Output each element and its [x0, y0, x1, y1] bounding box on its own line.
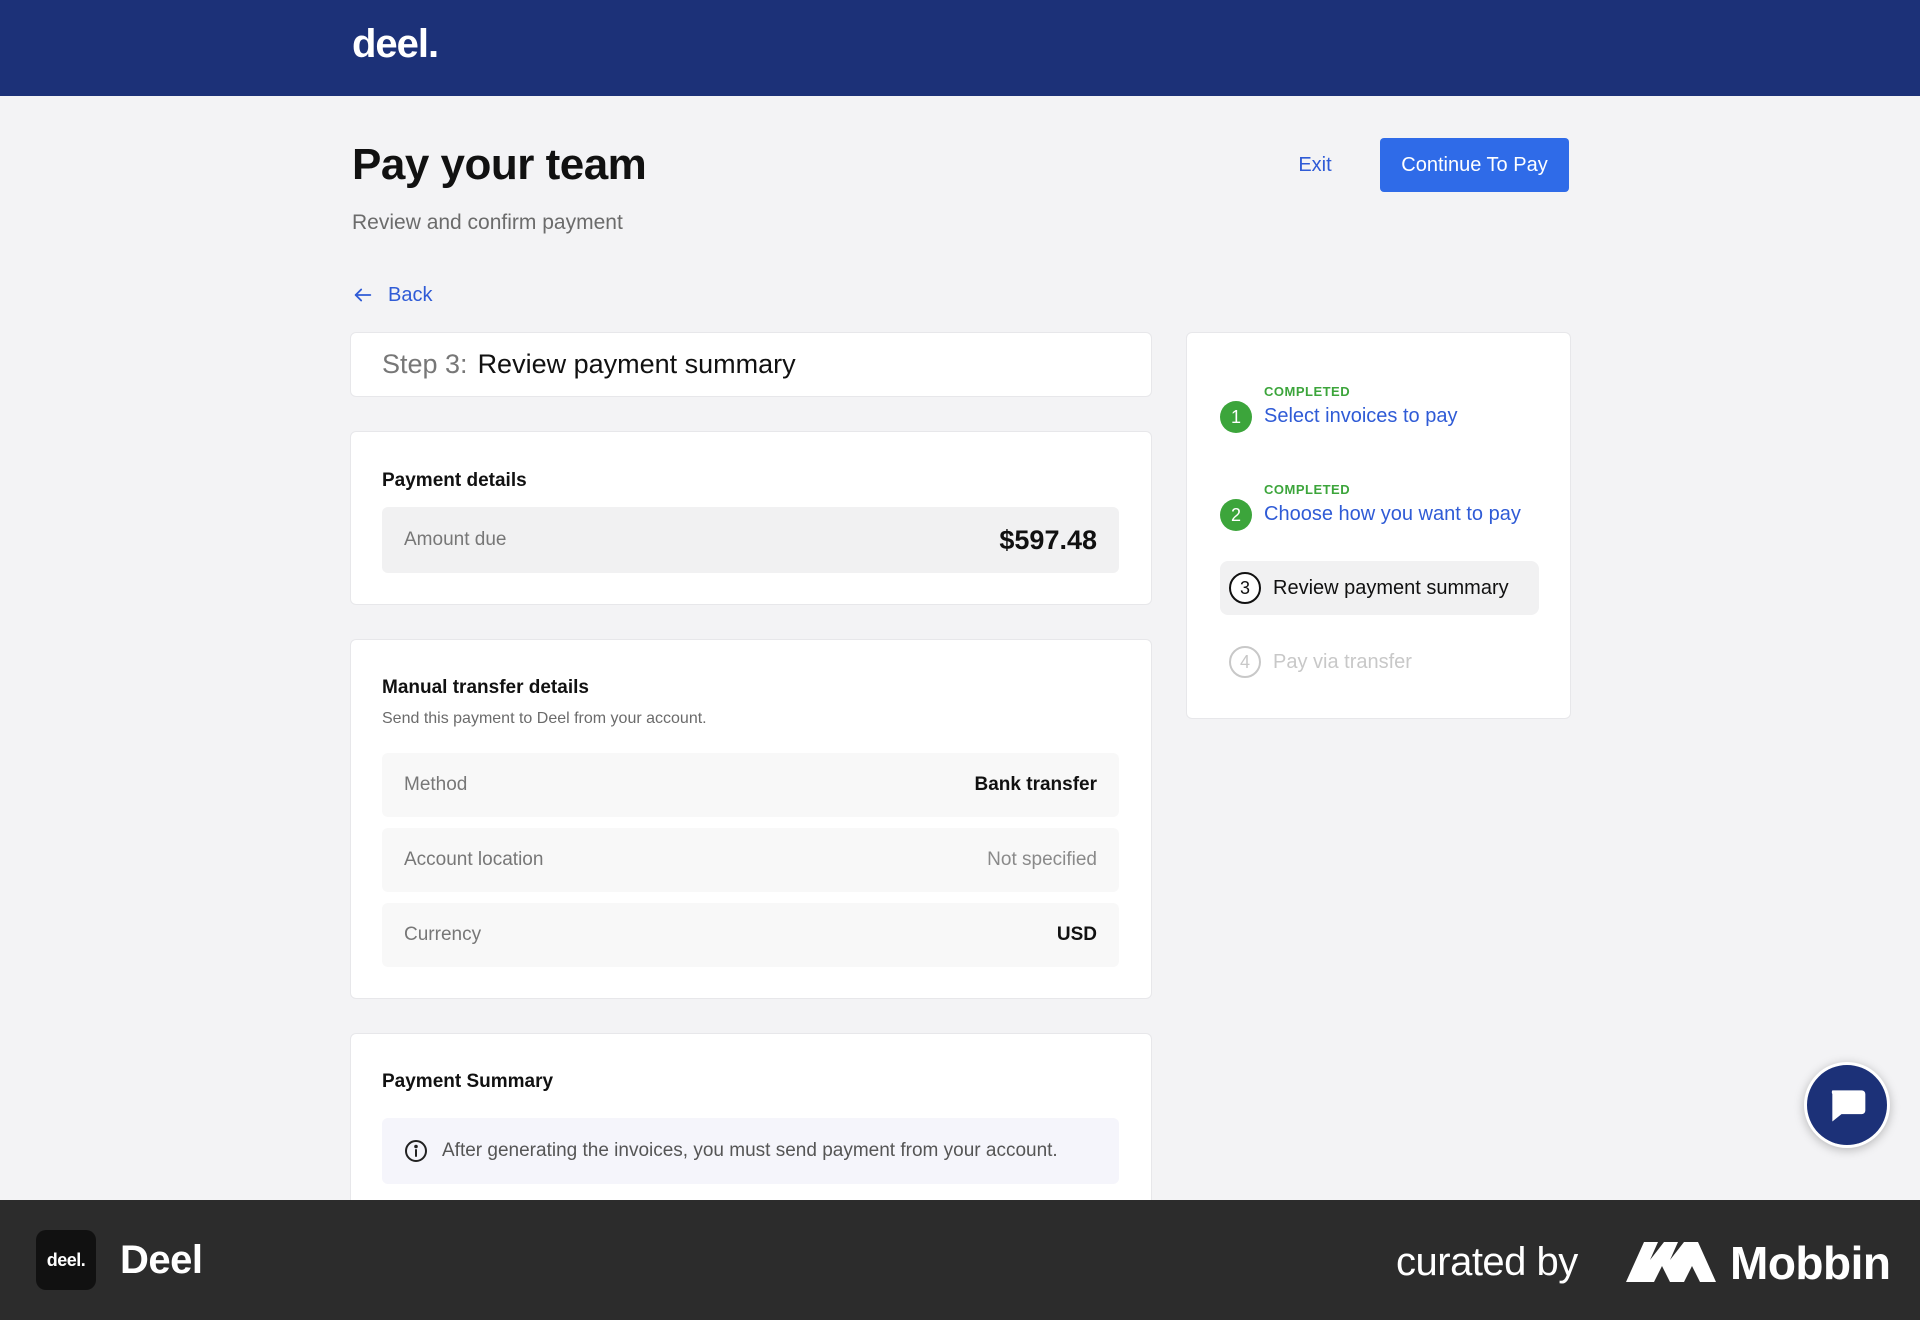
manual-transfer-title: Manual transfer details — [382, 677, 589, 698]
manual-transfer-card: Manual transfer details Send this paymen… — [350, 639, 1152, 999]
step-2-label[interactable]: Choose how you want to pay — [1264, 503, 1521, 526]
step-1-circle: 1 — [1220, 401, 1252, 433]
method-value: Bank transfer — [974, 774, 1098, 795]
footer-curated-by: curated by — [1396, 1240, 1578, 1284]
step-4-label: Pay via transfer — [1273, 650, 1412, 673]
payment-summary-info-text: After generating the invoices, you must … — [442, 1140, 1058, 1161]
payment-summary-info: After generating the invoices, you must … — [382, 1118, 1119, 1184]
continue-to-pay-button[interactable]: Continue To Pay — [1380, 138, 1569, 192]
arrow-left-icon — [354, 288, 372, 302]
stepper-item-pay-via-transfer: 4 Pay via transfer — [1229, 646, 1412, 678]
account-location-row: Account location Not specified — [382, 828, 1119, 892]
progress-stepper: 1 COMPLETED Select invoices to pay 2 COM… — [1186, 332, 1571, 719]
currency-row: Currency USD — [382, 903, 1119, 967]
payment-details-card: Payment details Amount due $597.48 — [350, 431, 1152, 605]
currency-label: Currency — [404, 924, 482, 945]
back-label: Back — [388, 283, 433, 306]
page-title: Pay your team — [352, 140, 647, 189]
step-3-label: Review payment summary — [1273, 576, 1509, 599]
footer-brand: Mobbin — [1730, 1237, 1891, 1289]
account-location-value: Not specified — [987, 849, 1097, 870]
stepper-item-choose-payment[interactable]: 2 COMPLETED Choose how you want to pay — [1220, 477, 1521, 531]
step-prefix: Step 3: — [382, 349, 468, 379]
deel-logo[interactable]: deel. — [352, 22, 439, 67]
step-2-circle: 2 — [1220, 499, 1252, 531]
step-title: Review payment summary — [477, 349, 796, 379]
amount-due-value: $597.48 — [999, 524, 1097, 555]
step-1-label[interactable]: Select invoices to pay — [1264, 405, 1457, 428]
stepper-item-select-invoices[interactable]: 1 COMPLETED Select invoices to pay — [1220, 379, 1457, 433]
manual-transfer-description: Send this payment to Deel from your acco… — [382, 710, 707, 727]
payment-summary-title: Payment Summary — [382, 1071, 554, 1092]
footer-app-name: Deel — [120, 1238, 203, 1282]
method-label: Method — [404, 774, 468, 795]
step-2-status: COMPLETED — [1264, 482, 1351, 497]
payment-details-title: Payment details — [382, 470, 527, 491]
step-header-card: Step 3: Review payment summary — [350, 332, 1152, 397]
exit-button[interactable]: Exit — [1280, 138, 1350, 192]
step-1-status: COMPLETED — [1264, 384, 1351, 399]
account-location-label: Account location — [404, 849, 544, 870]
mobbin-logo-icon — [1626, 1242, 1716, 1282]
amount-due-row: Amount due $597.48 — [382, 507, 1119, 573]
chat-icon — [1831, 1090, 1866, 1122]
step-3-circle: 3 — [1229, 572, 1261, 604]
back-link[interactable]: Back — [352, 280, 432, 310]
method-row: Method Bank transfer — [382, 753, 1119, 817]
deel-app-icon: deel. — [36, 1230, 96, 1290]
top-bar: deel. — [0, 0, 1920, 96]
info-icon — [405, 1140, 427, 1162]
chat-support-button[interactable] — [1804, 1062, 1890, 1148]
stepper-item-review-summary: 3 Review payment summary — [1229, 572, 1509, 604]
step-4-circle: 4 — [1229, 646, 1261, 678]
currency-value: USD — [1056, 924, 1097, 945]
amount-due-label: Amount due — [404, 529, 507, 550]
page-subtitle: Review and confirm payment — [352, 211, 623, 234]
footer-bar: deel. Deel curated by Mobbin — [0, 1200, 1920, 1320]
